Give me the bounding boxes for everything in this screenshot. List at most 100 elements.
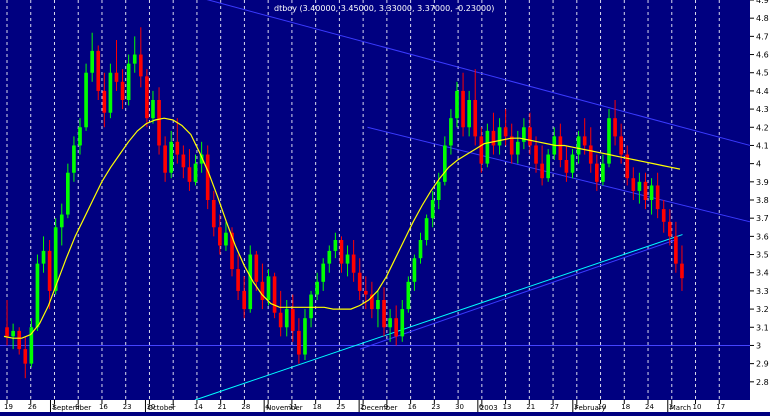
- month-label: 2003: [480, 404, 498, 412]
- y-tick-label: 4.3: [756, 105, 769, 114]
- candle-body: [242, 290, 246, 310]
- candle-body: [297, 330, 301, 355]
- candle-body: [102, 90, 107, 113]
- y-tick-label: 3.9: [756, 178, 769, 187]
- candle-body: [96, 50, 101, 91]
- candle-body: [175, 141, 180, 155]
- candle-body: [248, 254, 253, 310]
- candle-body: [449, 118, 453, 146]
- candle-body: [309, 294, 313, 319]
- x-tick-label: 14: [194, 403, 203, 411]
- candle-body: [339, 240, 344, 264]
- candle-body: [272, 276, 277, 313]
- candle-body: [59, 214, 64, 228]
- candle-body: [72, 145, 76, 173]
- candle-body: [266, 276, 271, 300]
- candle-body: [473, 100, 478, 137]
- month-label: December: [361, 404, 397, 412]
- candle-body: [467, 100, 471, 128]
- y-tick-label: 4.1: [756, 141, 769, 150]
- candle-body: [436, 181, 441, 200]
- candle-body: [236, 269, 240, 291]
- y-tick-label: 2.8: [756, 378, 769, 387]
- candle-body: [667, 221, 672, 237]
- candle-body: [224, 232, 228, 246]
- candle-body: [655, 185, 660, 210]
- candle-body: [345, 254, 350, 264]
- candle-body: [601, 163, 605, 182]
- candle-body: [333, 240, 338, 251]
- candle-body: [631, 178, 636, 191]
- candle-body: [351, 254, 356, 273]
- candle-body: [23, 349, 28, 364]
- candle-body: [47, 250, 52, 291]
- candle-body: [503, 127, 508, 137]
- candle-body: [582, 136, 587, 146]
- y-tick-label: 3.1: [756, 323, 769, 332]
- candle-body: [595, 163, 599, 182]
- candle-body: [576, 136, 581, 155]
- candle-body: [570, 154, 575, 173]
- y-tick-label: 4.4: [756, 87, 769, 96]
- candle-body: [680, 263, 684, 279]
- candle-body: [363, 290, 368, 295]
- candle-body: [509, 136, 514, 155]
- candle-body: [132, 54, 137, 64]
- x-tick-label: 24: [645, 403, 654, 411]
- y-tick-label: 4.2: [756, 123, 769, 132]
- candle-body: [5, 327, 9, 337]
- chart-title: dtboy (3.40000, 3.45000, 3.33000, 3.3700…: [274, 4, 494, 13]
- candle-body: [528, 127, 532, 146]
- candle-body: [376, 300, 380, 310]
- candle-body: [430, 200, 435, 219]
- plot-background: [0, 0, 770, 412]
- candle-body: [479, 136, 484, 164]
- candle-body: [163, 145, 167, 173]
- candle-body: [84, 72, 88, 128]
- y-tick-label: 3.7: [756, 214, 769, 223]
- candle-body: [218, 227, 222, 246]
- x-tick-label: 18: [621, 403, 630, 411]
- candle-body: [90, 50, 94, 73]
- candle-body: [424, 218, 429, 240]
- x-tick-label: 28: [241, 403, 250, 411]
- candle-body: [327, 250, 332, 264]
- candle-body: [412, 258, 417, 282]
- candle-body: [205, 154, 210, 200]
- x-tick-label: 25: [336, 403, 345, 411]
- candle-body: [382, 300, 386, 328]
- candle-body: [11, 330, 15, 337]
- candle-body: [145, 76, 149, 119]
- candle-body: [515, 141, 520, 155]
- candle-body: [357, 272, 362, 291]
- x-tick-label: 23: [123, 403, 132, 411]
- y-tick-label: 3.8: [756, 196, 769, 205]
- price-chart: 2.8 2.9 3 3.1 3.2 3.3 3.4 3.5 3.6 3.7 3.8 3.9 4 4.1 4.…: [0, 0, 770, 412]
- candle-body: [66, 172, 70, 215]
- candle-body: [284, 309, 289, 328]
- candle-body: [41, 250, 46, 264]
- candle-body: [17, 330, 22, 350]
- x-tick-label: 19: [4, 403, 13, 411]
- x-tick-label: 13: [503, 403, 512, 411]
- candle-body: [491, 130, 496, 146]
- candle-body: [394, 318, 399, 337]
- candle-body: [151, 100, 155, 119]
- candle-body: [278, 312, 283, 328]
- y-tick-label: 4.6: [756, 51, 769, 60]
- y-tick-label: 3.6: [756, 232, 769, 241]
- candle-body: [78, 127, 82, 146]
- month-label: March: [670, 404, 691, 412]
- candle-body: [406, 281, 411, 310]
- x-tick-label: 26: [28, 403, 37, 411]
- y-tick-label: 4.7: [756, 32, 769, 41]
- y-tick-label: 4.8: [756, 14, 769, 23]
- x-tick-label: 10: [693, 403, 702, 411]
- candle-body: [169, 141, 174, 173]
- y-tick-label: 3.2: [756, 305, 769, 314]
- y-tick-label: 3.5: [756, 251, 769, 260]
- candle-body: [260, 281, 265, 300]
- x-tick-label: 17: [716, 403, 725, 411]
- x-tick-label: 23: [431, 403, 440, 411]
- candle-body: [637, 181, 642, 191]
